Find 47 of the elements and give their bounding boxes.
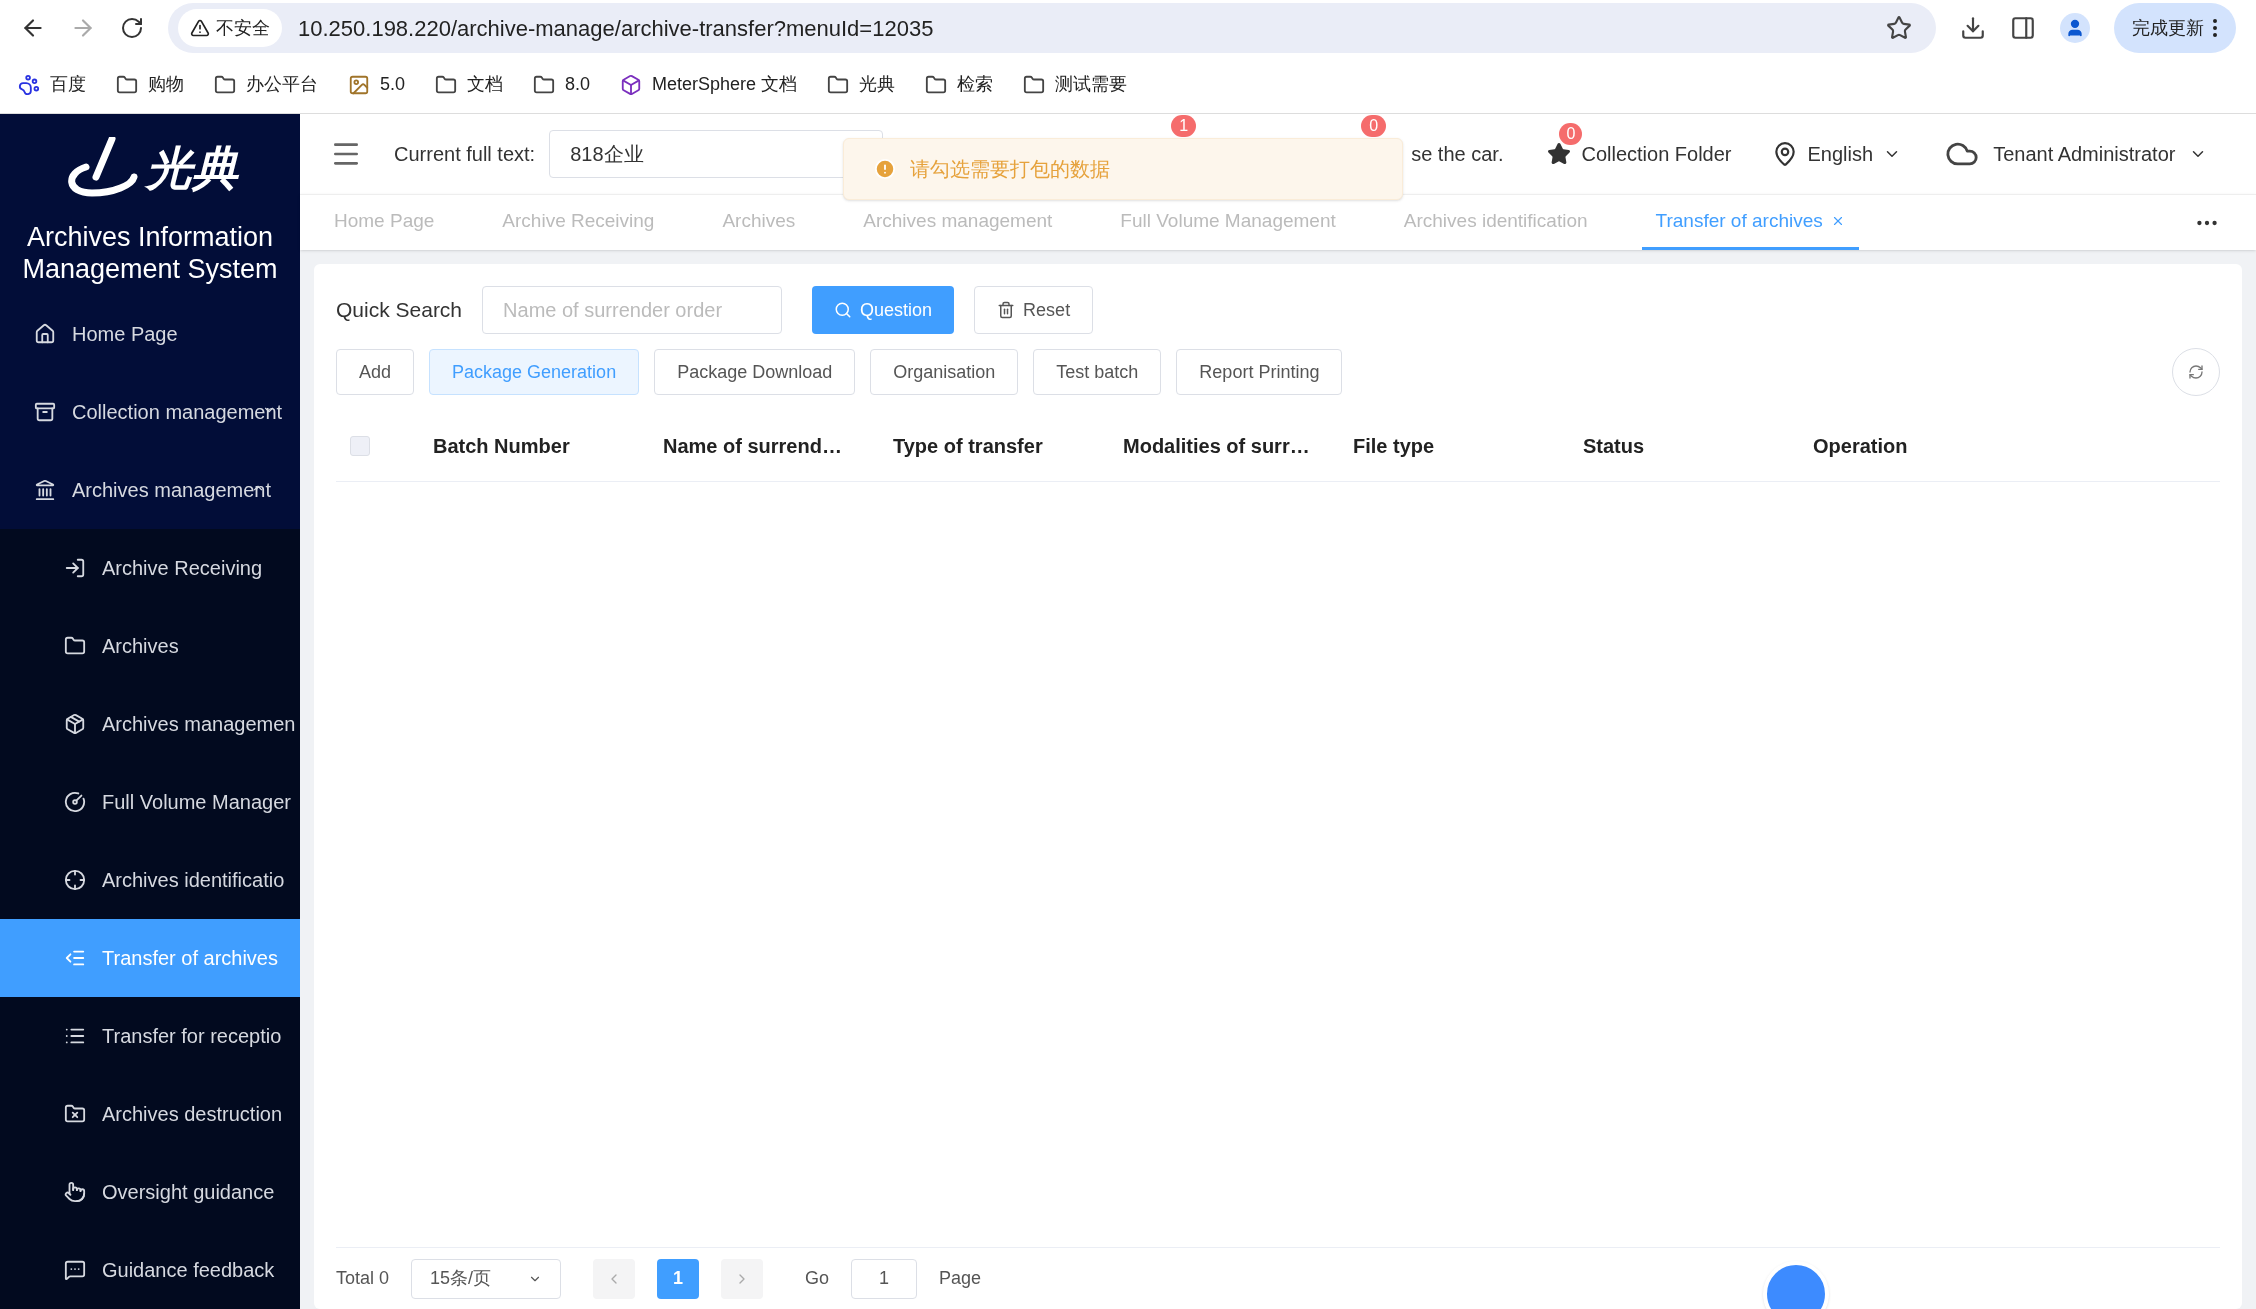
language-select[interactable]: English bbox=[1771, 139, 1902, 169]
update-button[interactable]: 完成更新 bbox=[2114, 3, 2236, 53]
column-header: Batch Number bbox=[433, 434, 570, 457]
column-header: Status bbox=[1583, 434, 1645, 457]
bookmark-item[interactable]: 购物 bbox=[116, 71, 184, 98]
bookmark-item[interactable]: 办公平台 bbox=[214, 71, 318, 98]
bookmark-item[interactable]: 5.0 bbox=[348, 71, 406, 98]
column-header: Modalities of surr… bbox=[1123, 434, 1310, 457]
notification-badge: 0 bbox=[1559, 123, 1583, 145]
sidebar-item[interactable]: Archives management bbox=[0, 451, 300, 529]
page-size-select[interactable]: 15条/页 bbox=[411, 1258, 562, 1299]
header-text: se the car. bbox=[1411, 142, 1504, 167]
page-label: Page bbox=[939, 1267, 982, 1290]
security-chip[interactable]: 不安全 bbox=[178, 9, 282, 47]
action-button[interactable]: Add bbox=[336, 349, 415, 395]
bookmark-item[interactable]: MeterSphere 文档 bbox=[620, 71, 798, 98]
bookmark-item[interactable]: 测试需要 bbox=[1023, 71, 1128, 98]
fulltext-label: Current full text: bbox=[394, 142, 536, 167]
search-field[interactable]: Name of surrender order bbox=[482, 286, 783, 334]
bookmark-item[interactable]: 8.0 bbox=[533, 71, 591, 98]
app-title: Archives Information Management System bbox=[21, 221, 279, 285]
column-header: Operation bbox=[1813, 434, 1908, 457]
url-text: 10.250.198.220/archive-manage/archive-transfer?menuId=12035 bbox=[298, 14, 935, 43]
sidebar-item[interactable]: Home Page bbox=[0, 295, 300, 373]
search-label: Quick Search bbox=[336, 297, 463, 324]
sidebar-item[interactable]: Collection management bbox=[0, 373, 300, 451]
notification-badge: 0 bbox=[1361, 115, 1387, 137]
action-button[interactable]: Report Printing bbox=[1176, 349, 1343, 395]
column-header: File type bbox=[1353, 434, 1435, 457]
action-button[interactable]: Package Download bbox=[654, 349, 856, 395]
goto-field[interactable]: 1 bbox=[851, 1258, 918, 1299]
notification-badge: 1 bbox=[1171, 115, 1197, 137]
bookmark-item[interactable]: 检索 bbox=[925, 71, 994, 98]
goto-label: Go bbox=[805, 1267, 830, 1290]
action-button[interactable]: Test batch bbox=[1033, 349, 1162, 395]
bookmark-item[interactable]: 文档 bbox=[435, 71, 504, 98]
column-header: Type of transfer bbox=[893, 434, 1043, 457]
toast: 请勾选需要打包的数据 bbox=[843, 138, 1403, 200]
total-count: Total 0 bbox=[336, 1267, 390, 1290]
user-menu[interactable]: Tenant Administrator bbox=[1945, 137, 2208, 171]
address-bar[interactable]: 不安全 10.250.198.220/archive-manage/archive-transfer?menuId=12035 bbox=[168, 3, 1936, 53]
bookmark-item[interactable]: 光典 bbox=[827, 71, 896, 98]
action-button[interactable]: Organisation bbox=[870, 349, 1019, 395]
bookmark-item[interactable]: 百度 bbox=[18, 71, 86, 98]
reset-button[interactable]: Reset bbox=[974, 286, 1094, 334]
logo-text: 光典 bbox=[146, 141, 238, 196]
column-header: Name of surrend… bbox=[663, 434, 842, 457]
